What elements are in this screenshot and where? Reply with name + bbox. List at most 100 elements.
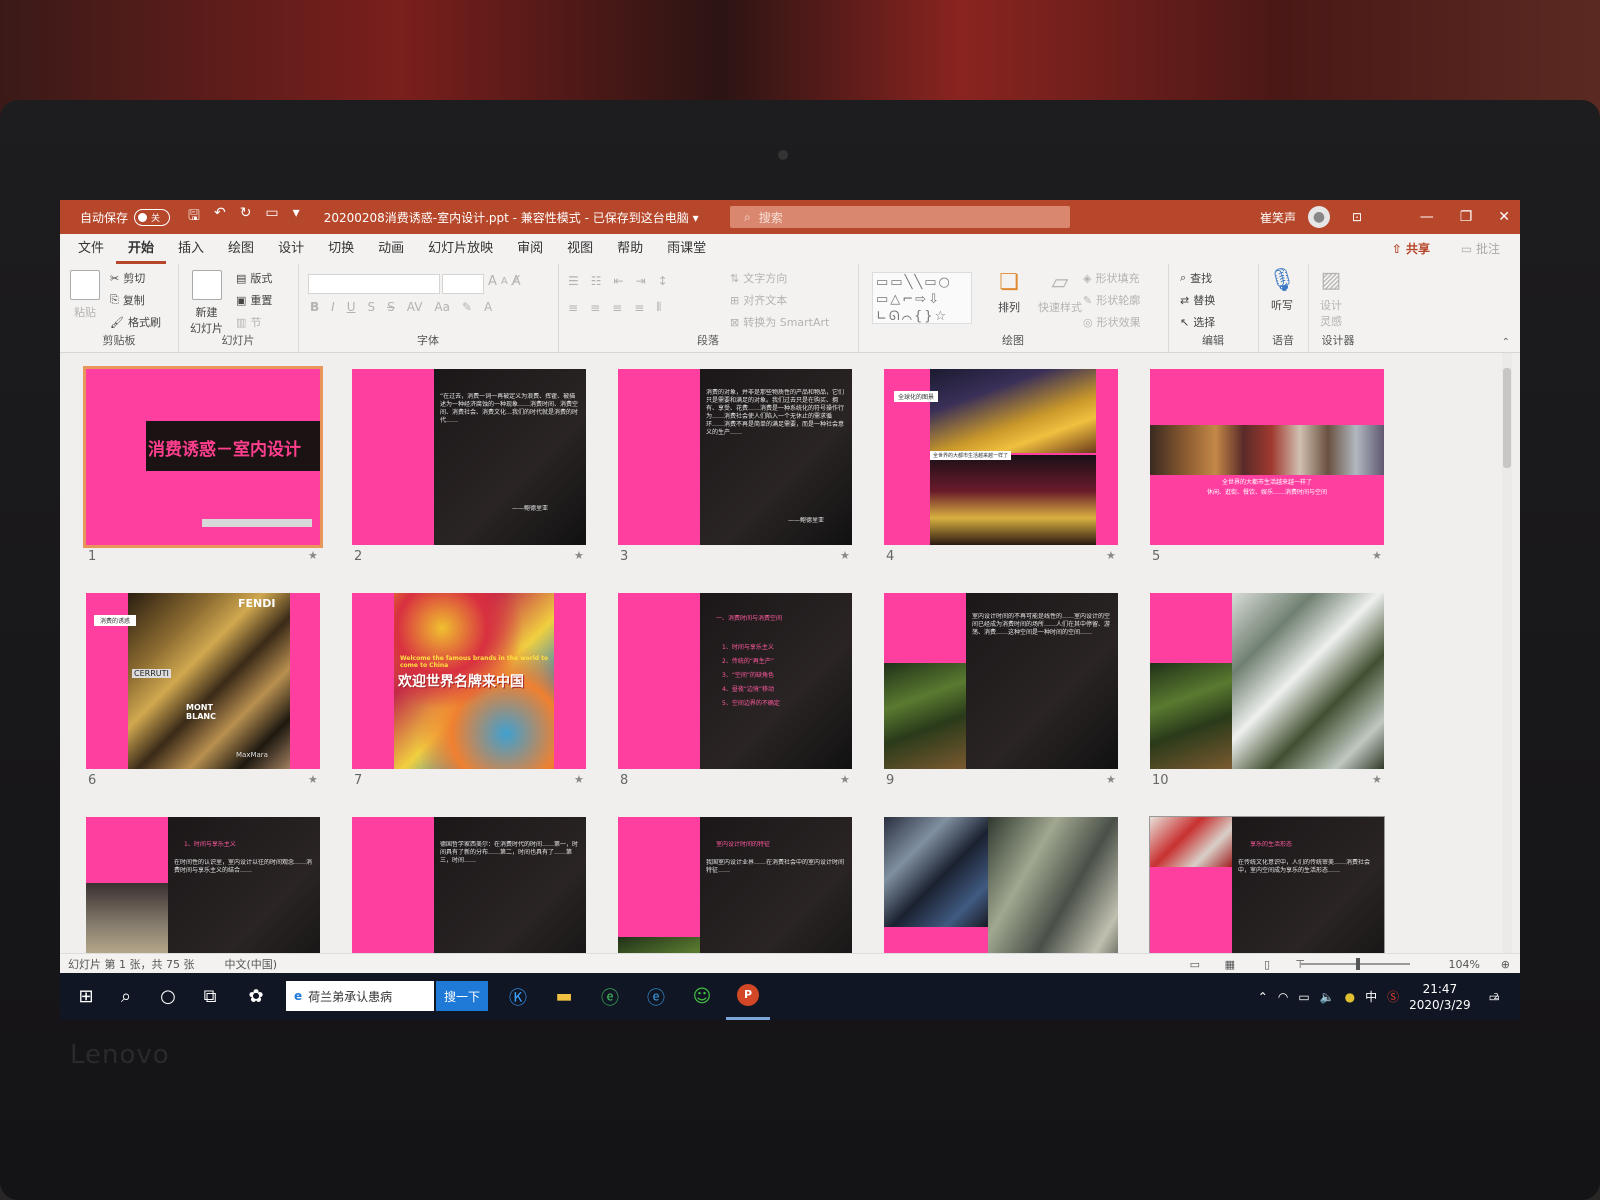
ime-indicator[interactable]: 中 [1365, 988, 1377, 1005]
align-right-icon[interactable]: ≡ [612, 301, 622, 315]
avatar-icon[interactable]: ● [1308, 206, 1331, 228]
section-button[interactable]: ▥ 节 [236, 314, 261, 330]
volume-icon[interactable]: 🔈 [1320, 990, 1335, 1004]
shapes-gallery[interactable]: ▭▭╲╲▭○ ▭△⌐⇨⇩ ∟ᘏ⌒{}☆ [872, 272, 972, 324]
slide-sorter-view-icon[interactable]: ▦ [1225, 958, 1235, 971]
undo-icon[interactable]: ↶ [214, 205, 226, 229]
search-box[interactable]: ⌕ 搜索 [730, 206, 1070, 228]
autosave-switch[interactable]: 关 [134, 208, 171, 226]
clock[interactable]: 21:47 2020/3/29 [1409, 981, 1471, 1013]
collapse-ribbon-icon[interactable]: ⌃ [1502, 337, 1510, 348]
ribbon-display-options-icon[interactable]: ⊡ [1352, 210, 1362, 224]
task-view-icon[interactable]: ⧉ [190, 973, 230, 1020]
tab-5[interactable]: 切换 [316, 234, 366, 264]
decrease-indent-icon[interactable]: ⇤ [614, 274, 624, 288]
align-text-button[interactable]: ⊞ 对齐文本 [730, 292, 787, 308]
slide-thumbnail-7[interactable]: Welcome the famous brands in the world t… [352, 593, 586, 769]
smartart-button[interactable]: ⊠ 转换为 SmartArt [730, 314, 829, 330]
increase-indent-icon[interactable]: ⇥ [636, 274, 646, 288]
copy-button[interactable]: ⎘ 复制 [110, 292, 145, 308]
numbering-icon[interactable]: ☷ [591, 274, 602, 288]
battery-icon[interactable]: ▭ [1298, 990, 1309, 1004]
language-indicator[interactable]: 中文(中国) [224, 956, 277, 972]
font-size-box[interactable] [442, 274, 484, 294]
share-button[interactable]: ⇧ 共享 [1392, 240, 1430, 257]
slide-thumbnail-10[interactable] [1150, 593, 1384, 769]
wechat-icon[interactable]: ☺ [680, 973, 724, 1020]
windows-start-icon[interactable]: ⊞ [66, 973, 106, 1020]
change-case-button[interactable]: Aa [434, 300, 450, 314]
font-name-box[interactable] [308, 274, 440, 294]
zoom-level[interactable]: 104% [1449, 958, 1480, 971]
character-spacing-button[interactable]: AV [407, 300, 423, 314]
bold-button[interactable]: B [310, 300, 319, 314]
reading-view-icon[interactable]: ▯ [1264, 958, 1270, 971]
grow-font-button[interactable]: A A A̸ [488, 274, 521, 289]
slide-thumbnail-13[interactable]: 室内设计时间的特征 我国室内设计业界……在消费社会中的室内设计时间特征…… [618, 817, 852, 953]
slide-thumbnail-11[interactable]: 1、时间与享乐主义 在时间性的认识里，室内设计以往的时间观念……消费时间与享乐主… [86, 817, 320, 953]
sogou-icon[interactable]: Ⓢ [1387, 988, 1399, 1005]
taskbar-search-box[interactable]: e 荷兰弟承认患病 [286, 981, 434, 1011]
align-center-icon[interactable]: ≡ [590, 301, 600, 315]
shape-fill-button[interactable]: ◈ 形状填充 [1083, 270, 1139, 286]
tab-8[interactable]: 审阅 [505, 234, 555, 264]
cortana-icon[interactable]: ○ [148, 973, 188, 1020]
taskbar-search-button[interactable]: 搜一下 [436, 981, 488, 1011]
tab-9[interactable]: 视图 [555, 234, 605, 264]
powerpoint-taskbar-icon[interactable]: P [726, 973, 770, 1020]
restore-icon[interactable]: ❐ [1460, 209, 1473, 225]
wifi-icon[interactable]: ◠ [1278, 990, 1288, 1004]
slide-thumbnail-12[interactable]: 德国哲学家西美尔：在消费时代的时间……第一，时间具有了新的分布……第二，时间也具… [352, 817, 586, 953]
columns-icon[interactable]: ⫴ [656, 300, 661, 315]
slide-thumbnail-5[interactable]: 全世界的大都市生活越来越一样了 休闲、逛街、餐饮、娱乐……消费时间与空间 [1150, 369, 1384, 545]
tray-app-icon[interactable]: ● [1345, 990, 1355, 1004]
slide-thumbnail-6[interactable]: 消费的诱惑 FENDI CERRUTI MONT BLANC MaxMara [86, 593, 320, 769]
tab-0[interactable]: 文件 [66, 234, 116, 264]
line-spacing-icon[interactable]: ↕ [658, 274, 668, 288]
shadow-button[interactable]: S [368, 300, 376, 314]
autosave-toggle[interactable]: 自动保存 关 [80, 208, 171, 226]
tab-3[interactable]: 绘图 [216, 234, 266, 264]
slide-thumbnail-4[interactable]: 全球化的图景 全世界的大都市生活越来越一样了 [884, 369, 1118, 545]
shape-effects-button[interactable]: ◎ 形状效果 [1083, 314, 1141, 330]
text-direction-button[interactable]: ⇅ 文字方向 [730, 270, 787, 286]
strikethrough-button[interactable]: S [387, 300, 395, 314]
paste-button[interactable]: 粘贴 [70, 270, 100, 320]
tab-11[interactable]: 雨课堂 [655, 234, 718, 264]
shape-outline-button[interactable]: ✎ 形状轮廓 [1083, 292, 1140, 308]
quick-styles-button[interactable]: ▱ 快速样式 [1038, 270, 1082, 315]
user-account[interactable]: 崔笑声 ● ⊡ [1260, 200, 1362, 234]
edge-icon[interactable]: ⓔ [634, 973, 678, 1020]
normal-view-icon[interactable]: ▭ [1190, 958, 1200, 971]
customize-qat-icon[interactable]: ▾ [293, 205, 300, 229]
tab-4[interactable]: 设计 [266, 234, 316, 264]
browser-360-icon[interactable]: ⓔ [588, 973, 632, 1020]
tab-10[interactable]: 帮助 [605, 234, 655, 264]
zoom-slider-knob[interactable] [1356, 958, 1360, 970]
kugou-icon[interactable]: Ⓚ [496, 973, 540, 1020]
scrollbar-thumb[interactable] [1503, 368, 1511, 468]
align-left-icon[interactable]: ≡ [568, 301, 578, 315]
tab-2[interactable]: 插入 [166, 234, 216, 264]
font-color-icon[interactable]: A [484, 300, 492, 314]
design-ideas-button[interactable]: ▨ 设计 灵感 [1320, 268, 1342, 329]
italic-button[interactable]: I [331, 300, 335, 314]
app-launcher-icon[interactable]: ✿ [234, 973, 278, 1020]
start-slideshow-icon[interactable]: ▭ [265, 205, 278, 229]
highlight-icon[interactable]: ✎ [462, 300, 472, 314]
search-icon[interactable]: ⌕ [106, 973, 146, 1020]
zoom-slider[interactable] [1300, 963, 1410, 965]
minimize-icon[interactable]: — [1420, 209, 1434, 225]
tab-6[interactable]: 动画 [366, 234, 416, 264]
save-icon[interactable]: 🖫 [188, 205, 200, 229]
notification-center-icon[interactable]: ▭ 2 [1489, 990, 1500, 1004]
slide-thumbnail-8[interactable]: 一、消费时间与消费空间 1、时间与享乐主义 2、传统的“再生产” 3、“空间”的… [618, 593, 852, 769]
new-slide-button[interactable]: 新建 幻灯片 [190, 270, 223, 336]
format-painter-button[interactable]: 🖌 格式刷 [110, 314, 161, 330]
tray-expand-icon[interactable]: ⌃ [1258, 990, 1268, 1004]
tab-1[interactable]: 开始 [116, 234, 167, 264]
dictate-button[interactable]: 🎙 听写 [1268, 268, 1296, 313]
select-button[interactable]: ↖ 选择 [1180, 314, 1215, 330]
cut-button[interactable]: ✂ 剪切 [110, 270, 145, 286]
close-icon[interactable]: ✕ [1498, 209, 1510, 225]
